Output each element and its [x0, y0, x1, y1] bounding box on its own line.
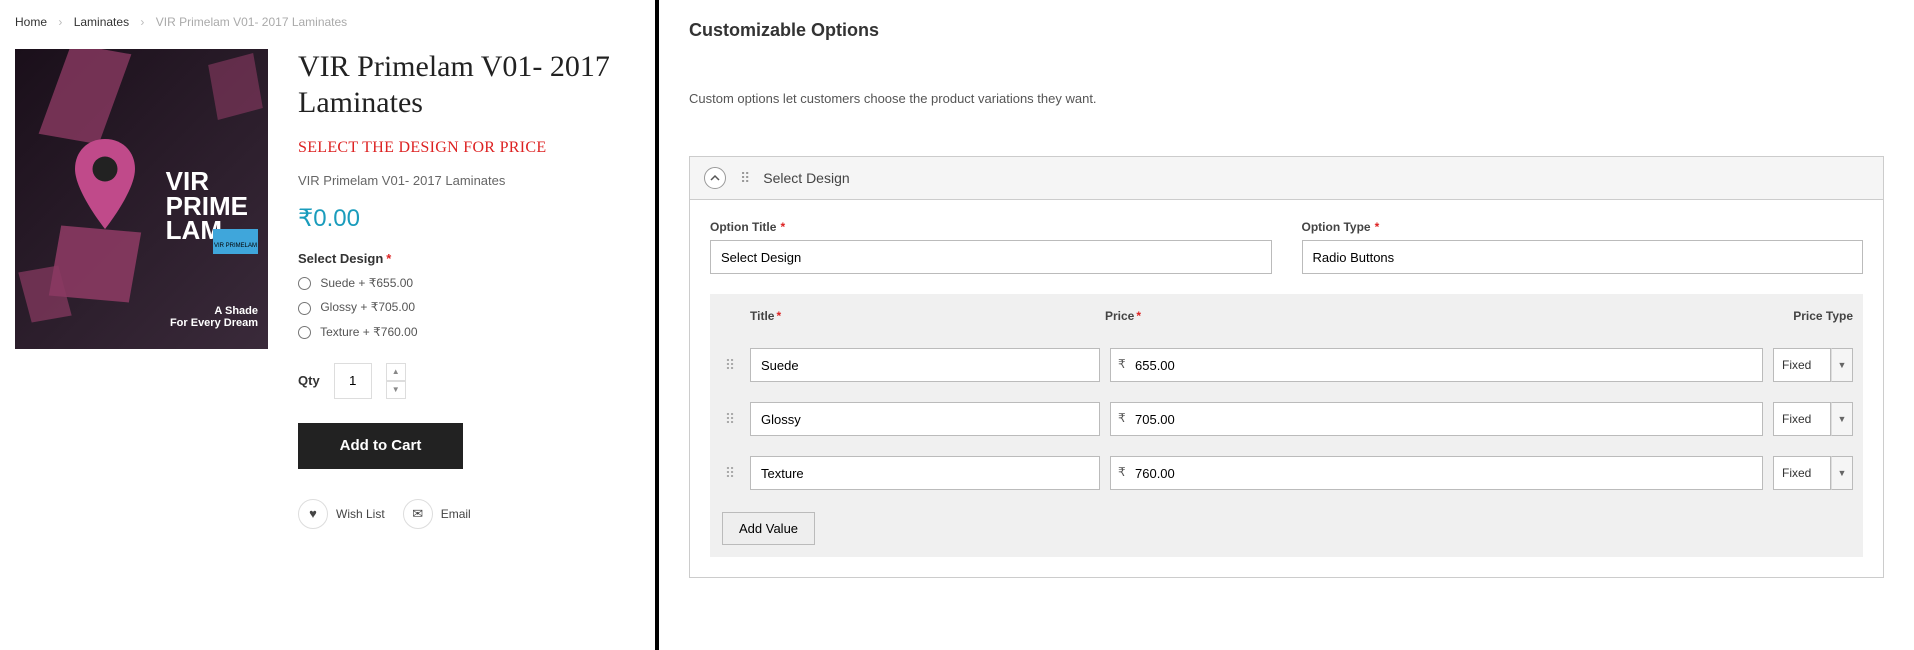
- chevron-down-icon[interactable]: ▼: [1831, 348, 1853, 382]
- radio-glossy-label: Glossy + ₹705.00: [320, 300, 415, 314]
- option-title-label: Option Title*: [710, 220, 1272, 234]
- option-texture[interactable]: Texture + ₹760.00: [298, 325, 640, 339]
- value-title-input[interactable]: [750, 456, 1100, 490]
- product-subtitle: VIR Primelam V01- 2017 Laminates: [298, 173, 640, 188]
- select-design-message: SELECT THE DESIGN FOR PRICE: [298, 139, 640, 157]
- radio-glossy[interactable]: [298, 302, 311, 315]
- radio-texture-label: Texture + ₹760.00: [320, 325, 417, 339]
- option-type-label: Option Type*: [1302, 220, 1864, 234]
- value-row: ⠿ ₹ Fixed ▼: [710, 446, 1863, 500]
- pin-icon: [75, 139, 135, 229]
- option-glossy[interactable]: Glossy + ₹705.00: [298, 300, 640, 314]
- breadcrumb-home[interactable]: Home: [15, 15, 47, 29]
- qty-down-button[interactable]: ▼: [386, 381, 406, 399]
- breadcrumb-current: VIR Primelam V01- 2017 Laminates: [156, 15, 347, 29]
- image-logo: VIR PRIMELAM: [213, 229, 258, 254]
- value-row: ⠿ ₹ Fixed ▼: [710, 338, 1863, 392]
- col-header-title: Title*: [750, 309, 1105, 323]
- chevron-down-icon[interactable]: ▼: [1831, 402, 1853, 436]
- breadcrumb: Home › Laminates › VIR Primelam V01- 201…: [15, 15, 640, 29]
- value-row: ⠿ ₹ Fixed ▼: [710, 392, 1863, 446]
- product-image[interactable]: VIR PRIME LAM VIR PRIMELAM A Shade For E…: [15, 49, 268, 349]
- rupee-icon: ₹: [1118, 411, 1126, 425]
- customizable-options-hint: Custom options let customers choose the …: [689, 91, 1884, 106]
- qty-input[interactable]: [334, 363, 372, 399]
- rupee-icon: ₹: [1118, 465, 1126, 479]
- value-title-input[interactable]: [750, 402, 1100, 436]
- mail-icon: ✉: [403, 499, 433, 529]
- add-value-button[interactable]: Add Value: [722, 512, 815, 545]
- col-header-price-type: Price Type: [1773, 309, 1853, 323]
- product-title: VIR Primelam V01- 2017 Laminates: [298, 49, 640, 121]
- email-button[interactable]: ✉ Email: [403, 499, 471, 529]
- option-label: Select Design*: [298, 251, 640, 266]
- option-accordion-header[interactable]: ⠿ Select Design: [689, 156, 1884, 200]
- option-title-input[interactable]: [710, 240, 1272, 274]
- value-price-input[interactable]: [1110, 402, 1763, 436]
- rupee-icon: ₹: [1118, 357, 1126, 371]
- price-type-select[interactable]: Fixed: [1773, 348, 1831, 382]
- breadcrumb-category[interactable]: Laminates: [74, 15, 129, 29]
- price-type-select[interactable]: Fixed: [1773, 402, 1831, 436]
- heart-icon: ♥: [298, 499, 328, 529]
- wishlist-button[interactable]: ♥ Wish List: [298, 499, 385, 529]
- drag-handle-icon[interactable]: ⠿: [720, 357, 740, 374]
- accordion-title: Select Design: [763, 170, 849, 186]
- radio-suede-label: Suede + ₹655.00: [320, 276, 413, 290]
- chevron-right-icon: ›: [140, 15, 144, 29]
- value-price-input[interactable]: [1110, 348, 1763, 382]
- email-label: Email: [441, 507, 471, 521]
- option-type-select[interactable]: [1302, 240, 1864, 274]
- product-price: ₹0.00: [298, 204, 640, 233]
- radio-suede[interactable]: [298, 277, 311, 290]
- drag-handle-icon[interactable]: ⠿: [740, 170, 749, 187]
- option-suede[interactable]: Suede + ₹655.00: [298, 276, 640, 290]
- radio-texture[interactable]: [298, 326, 311, 339]
- value-price-input[interactable]: [1110, 456, 1763, 490]
- wishlist-label: Wish List: [336, 507, 385, 521]
- value-title-input[interactable]: [750, 348, 1100, 382]
- price-type-select[interactable]: Fixed: [1773, 456, 1831, 490]
- qty-label: Qty: [298, 373, 320, 388]
- customizable-options-heading: Customizable Options: [689, 20, 1884, 41]
- drag-handle-icon[interactable]: ⠿: [720, 411, 740, 428]
- drag-handle-icon[interactable]: ⠿: [720, 465, 740, 482]
- collapse-icon[interactable]: [704, 167, 726, 189]
- qty-up-button[interactable]: ▲: [386, 363, 406, 381]
- image-tagline: A Shade For Every Dream: [170, 305, 258, 329]
- chevron-down-icon[interactable]: ▼: [1831, 456, 1853, 490]
- col-header-price: Price*: [1105, 309, 1773, 323]
- add-to-cart-button[interactable]: Add to Cart: [298, 423, 463, 469]
- chevron-right-icon: ›: [58, 15, 62, 29]
